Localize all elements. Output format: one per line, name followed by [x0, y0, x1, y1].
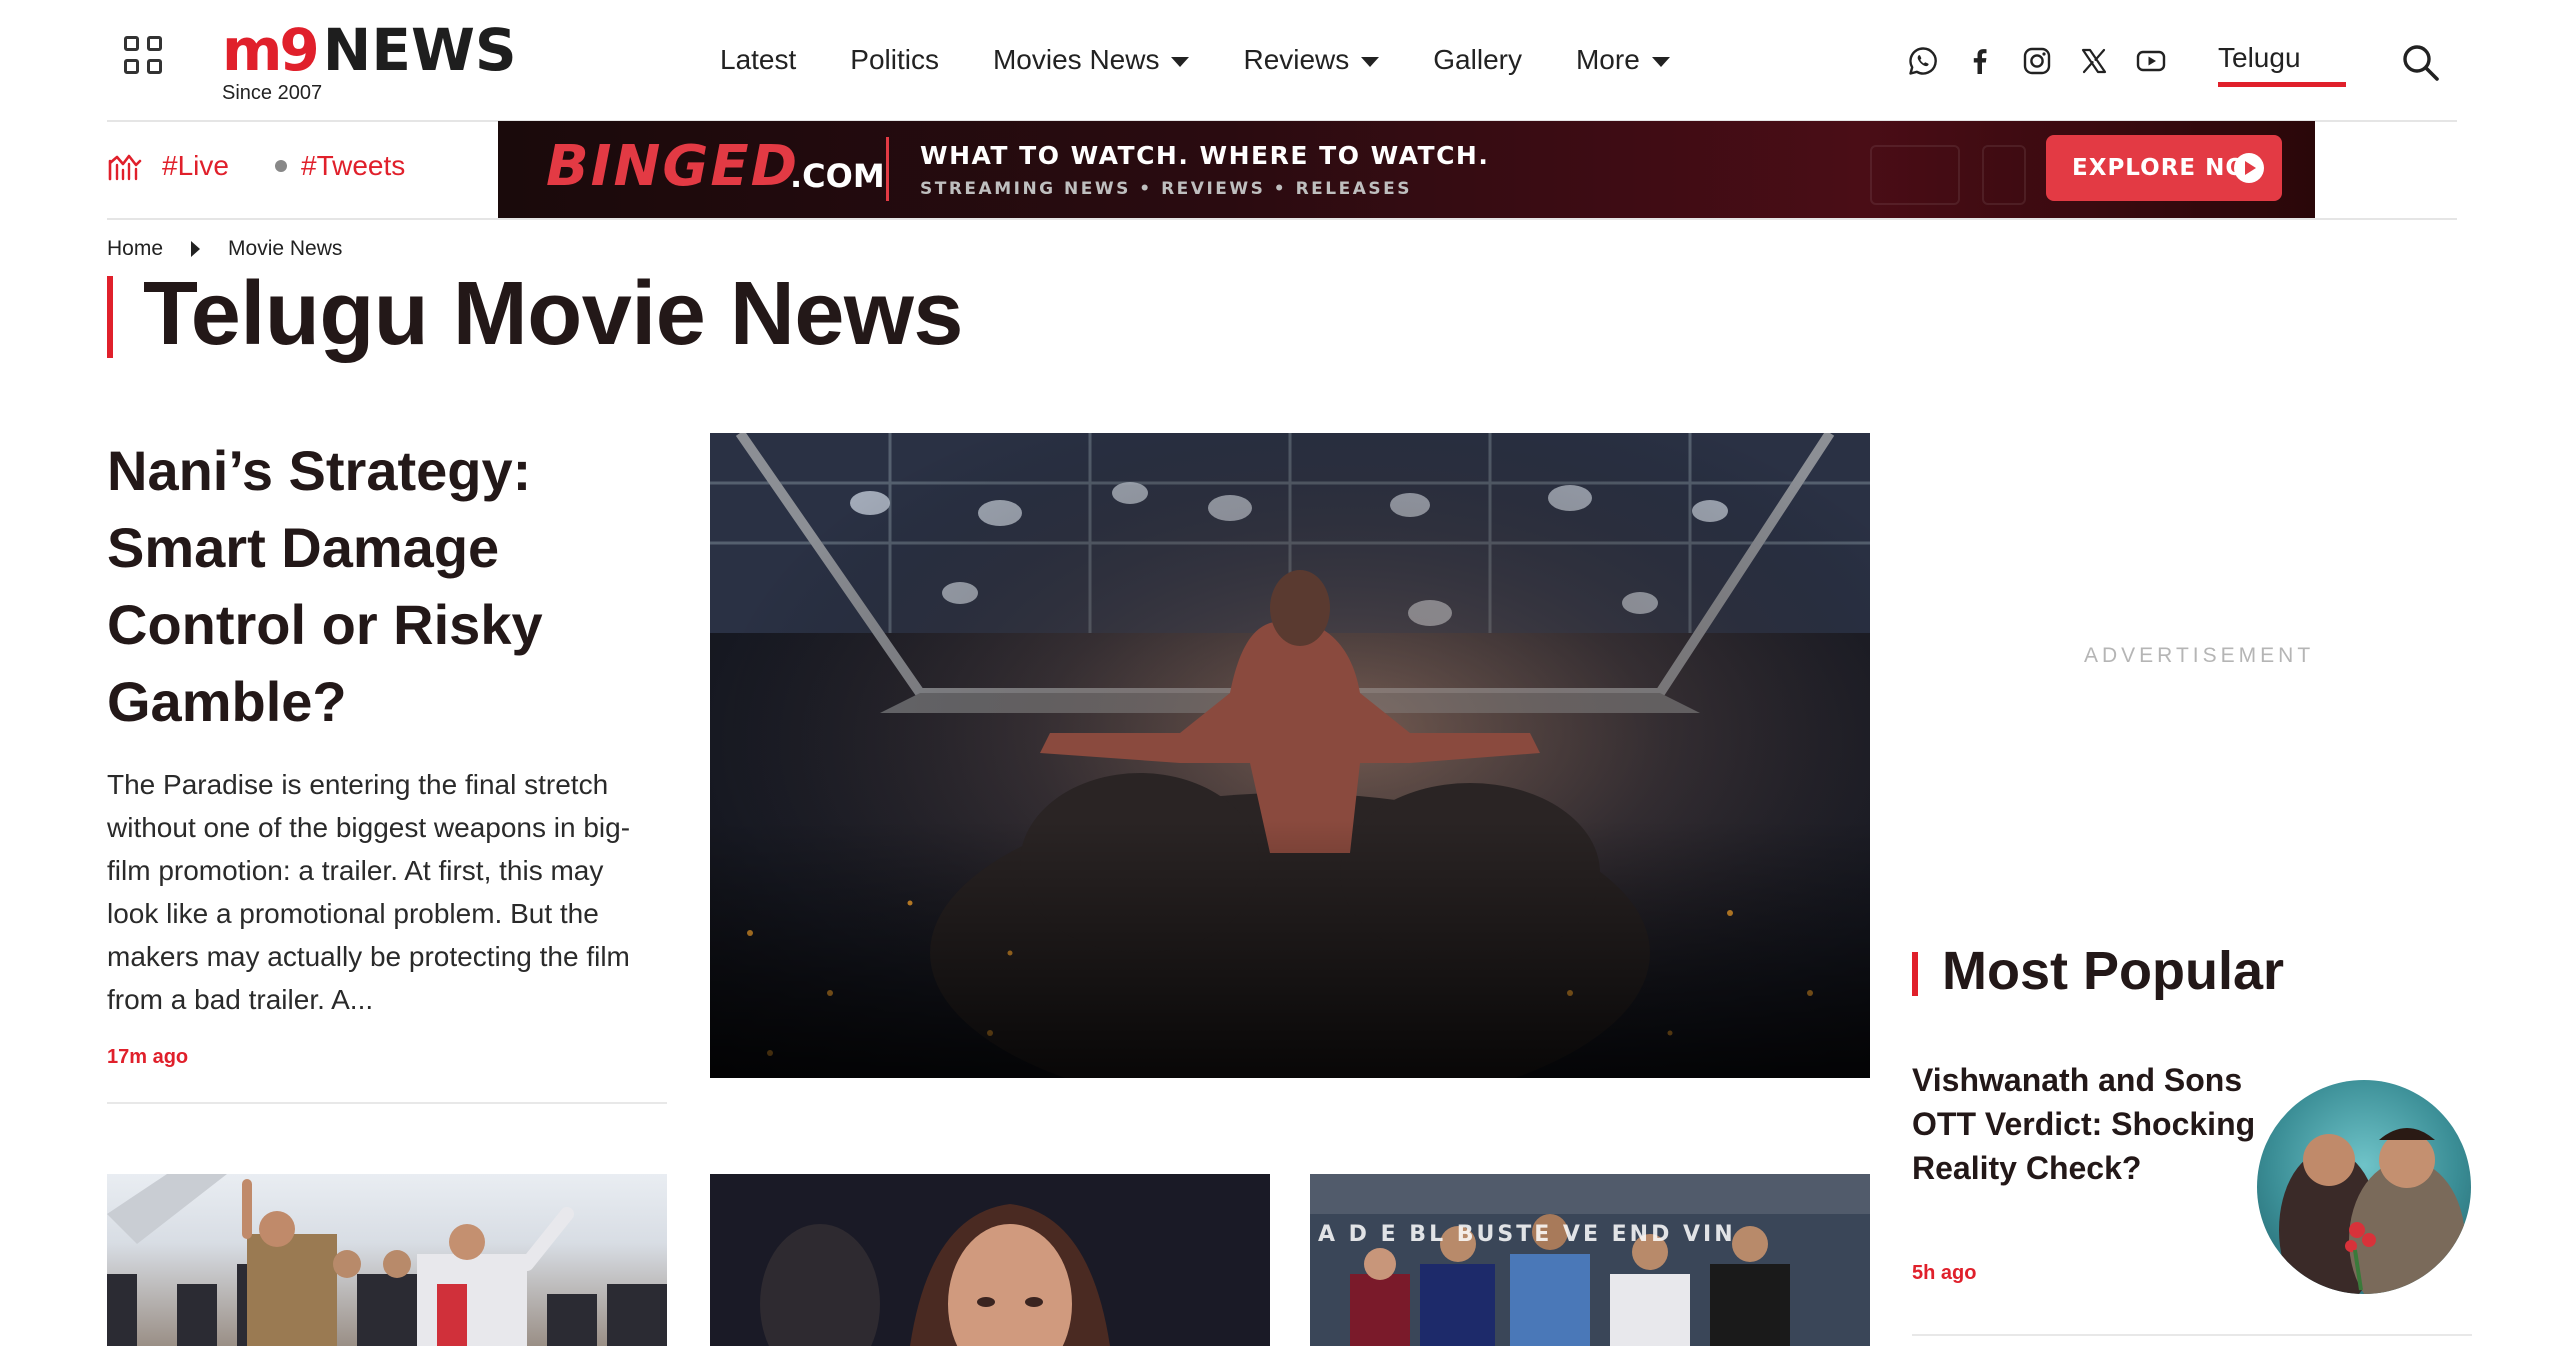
logo-mark: m9 — [222, 16, 320, 84]
nav-movies-news[interactable]: Movies News — [992, 44, 1190, 76]
nav-label: Movies News — [992, 44, 1160, 75]
article-thumbnail[interactable] — [710, 1174, 1270, 1346]
nav-label: Gallery — [1433, 44, 1522, 75]
site-logo[interactable]: m9 NEWS Since 2007 — [222, 20, 517, 110]
article-thumbnail[interactable] — [107, 1174, 667, 1346]
live-link[interactable]: #Live — [108, 150, 229, 182]
nav-label: More — [1575, 44, 1640, 75]
x-icon[interactable] — [2077, 44, 2111, 78]
play-icon — [2234, 153, 2264, 183]
banner-cta-label: EXPLORE NO — [2072, 155, 2246, 181]
lead-image[interactable] — [710, 433, 1870, 1078]
language-underline — [2218, 82, 2346, 87]
instagram-icon[interactable] — [2020, 44, 2054, 78]
banner-tagline: WHAT TO WATCH. WHERE TO WATCH. — [920, 141, 1490, 170]
nav-more[interactable]: More — [1576, 44, 1670, 76]
logo-word: NEWS — [322, 16, 517, 84]
lead-image-art — [710, 433, 1870, 1078]
tweets-label: #Tweets — [301, 150, 406, 181]
divider — [107, 1102, 667, 1104]
whatsapp-icon[interactable] — [1906, 44, 1940, 78]
banner-separator — [886, 137, 889, 201]
thumbnail-art — [107, 1174, 667, 1346]
nav-latest[interactable]: Latest — [720, 44, 796, 76]
nav-label: Latest — [720, 44, 797, 75]
caret-down-icon — [1651, 57, 1670, 67]
lead-headline[interactable]: Nani’s Strategy: Smart Damage Control or… — [107, 432, 667, 740]
title-accent-bar — [107, 276, 113, 358]
device-icon-ghost — [1982, 145, 2026, 205]
caret-down-icon — [1361, 57, 1380, 67]
thumbnail-caption: A D E BL BUSTE VE END VIN — [1318, 1222, 1736, 1247]
search-icon[interactable] — [2400, 42, 2442, 84]
thumbnail-art — [710, 1174, 1270, 1346]
breadcrumb: Home Movie News — [107, 237, 342, 261]
caret-down-icon — [1171, 57, 1190, 67]
advertisement-label: ADVERTISEMENT — [2084, 644, 2315, 667]
article-thumbnail[interactable]: A D E BL BUSTE VE END VIN — [1310, 1174, 1870, 1346]
youtube-icon[interactable] — [2134, 44, 2168, 78]
language-selector[interactable]: Telugu — [2218, 42, 2346, 74]
section-accent-bar — [1912, 952, 1918, 996]
main-nav: Latest Politics Movies News Reviews Gall… — [720, 44, 1724, 76]
lead-excerpt: The Paradise is entering the final stret… — [107, 769, 631, 1015]
nav-politics[interactable]: Politics — [850, 44, 939, 76]
breadcrumb-home[interactable]: Home — [107, 237, 163, 261]
facebook-icon[interactable] — [1963, 44, 1997, 78]
nav-label: Reviews — [1243, 44, 1350, 75]
divider — [1912, 1334, 2472, 1336]
nav-reviews[interactable]: Reviews — [1243, 44, 1380, 76]
divider — [107, 218, 2457, 220]
ad-banner[interactable]: BINGED .COM WHAT TO WATCH. WHERE TO WATC… — [498, 121, 2315, 218]
page-title: Telugu Movie News — [143, 264, 963, 364]
bullet-dot — [275, 160, 287, 172]
logo-since: Since 2007 — [222, 82, 323, 104]
breadcrumb-current[interactable]: Movie News — [228, 237, 342, 261]
banner-cta-button[interactable]: EXPLORE NO — [2046, 135, 2282, 201]
banner-domain: .COM — [790, 157, 885, 195]
popular-headline[interactable]: Vishwanath and Sons OTT Verdict: Shockin… — [1912, 1058, 2272, 1190]
banner-subline: STREAMING NEWS • REVIEWS • RELEASES — [920, 179, 1412, 199]
popular-timestamp: 5h ago — [1912, 1262, 1977, 1284]
most-popular-title: Most Popular — [1942, 941, 2285, 1001]
popular-thumbnail-art — [2279, 1128, 2465, 1294]
popular-thumbnail[interactable] — [2257, 1080, 2471, 1294]
nav-label: Politics — [850, 44, 939, 75]
site-header: m9 NEWS Since 2007 Latest Politics Movie… — [0, 0, 2560, 120]
thumbnail-art — [1310, 1174, 1870, 1346]
chevron-right-icon — [191, 241, 201, 257]
nav-gallery[interactable]: Gallery — [1433, 44, 1522, 76]
lead-timestamp: 17m ago — [107, 1046, 189, 1068]
live-label: #Live — [162, 150, 229, 181]
play-icon-ghost — [1870, 145, 1960, 205]
social-links — [1906, 44, 2191, 78]
grid-icon[interactable] — [124, 36, 162, 74]
chart-icon — [108, 154, 142, 181]
banner-brand: BINGED — [546, 134, 800, 199]
tweets-link[interactable]: #Tweets — [275, 150, 405, 182]
